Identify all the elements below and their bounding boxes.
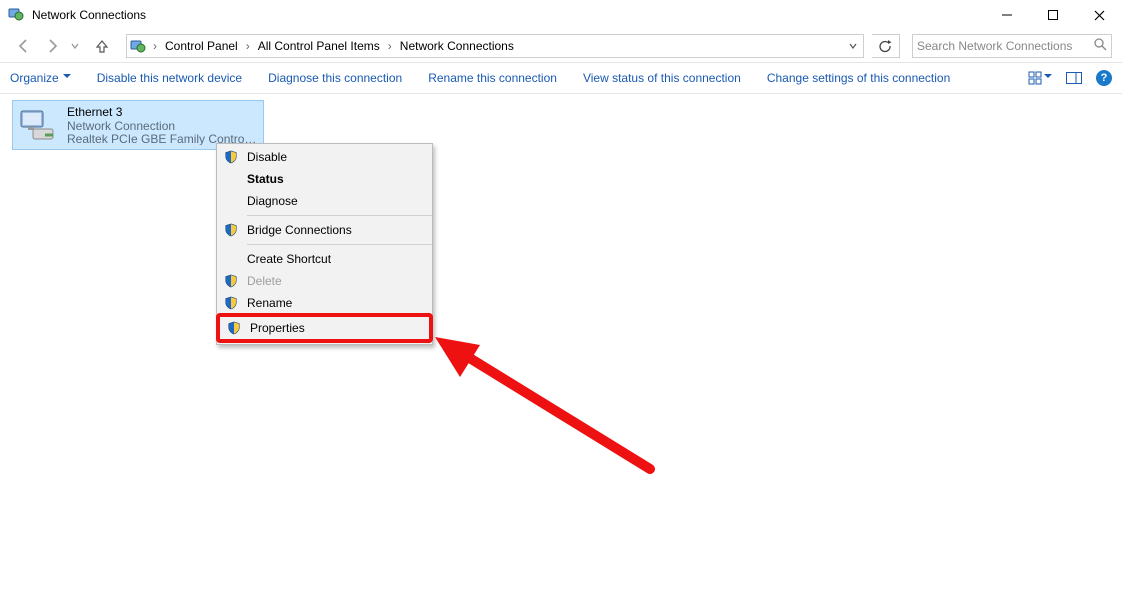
content-area[interactable]: Ethernet 3 Network Connection Realtek PC… bbox=[0, 94, 1122, 605]
view-options-button[interactable] bbox=[1028, 71, 1052, 85]
breadcrumb-all-items[interactable]: All Control Panel Items bbox=[254, 35, 384, 57]
ctx-delete-label: Delete bbox=[247, 274, 282, 288]
shield-icon bbox=[226, 321, 242, 335]
up-button[interactable] bbox=[90, 34, 114, 58]
ctx-shortcut-label: Create Shortcut bbox=[247, 252, 331, 266]
search-box[interactable]: Search Network Connections bbox=[912, 34, 1112, 58]
ctx-diagnose-label: Diagnose bbox=[247, 194, 298, 208]
shield-icon bbox=[223, 223, 239, 237]
ctx-bridge-label: Bridge Connections bbox=[247, 223, 352, 237]
context-menu: Disable Status Diagnose Bridge Connectio… bbox=[216, 143, 433, 345]
menu-separator bbox=[247, 215, 432, 216]
location-icon bbox=[127, 38, 149, 54]
ctx-status-label: Status bbox=[247, 172, 284, 186]
ctx-properties[interactable]: Properties bbox=[220, 317, 429, 339]
search-icon bbox=[1094, 38, 1107, 54]
chevron-right-icon[interactable]: › bbox=[149, 39, 161, 53]
address-dropdown[interactable] bbox=[843, 42, 863, 50]
help-button[interactable]: ? bbox=[1096, 70, 1112, 86]
ctx-diagnose[interactable]: Diagnose bbox=[217, 190, 432, 212]
address-bar[interactable]: › Control Panel › All Control Panel Item… bbox=[126, 34, 864, 58]
ctx-rename[interactable]: Rename bbox=[217, 292, 432, 314]
annotation-arrow bbox=[420, 329, 680, 499]
forward-button[interactable] bbox=[40, 34, 64, 58]
minimize-button[interactable] bbox=[984, 0, 1030, 30]
menu-separator bbox=[247, 244, 432, 245]
help-label: ? bbox=[1101, 72, 1108, 84]
nav-row: › Control Panel › All Control Panel Item… bbox=[0, 30, 1122, 62]
adapter-status: Network Connection bbox=[67, 119, 257, 132]
window-title: Network Connections bbox=[32, 8, 146, 22]
rename-connection-cmd[interactable]: Rename this connection bbox=[428, 71, 557, 85]
chevron-right-icon[interactable]: › bbox=[384, 39, 396, 53]
chevron-right-icon[interactable]: › bbox=[242, 39, 254, 53]
titlebar: Network Connections bbox=[0, 0, 1122, 30]
search-placeholder: Search Network Connections bbox=[917, 39, 1094, 53]
disable-device-cmd[interactable]: Disable this network device bbox=[97, 71, 242, 85]
network-connections-icon bbox=[8, 6, 24, 25]
refresh-button[interactable] bbox=[872, 34, 900, 58]
ctx-disable[interactable]: Disable bbox=[217, 146, 432, 168]
maximize-button[interactable] bbox=[1030, 0, 1076, 30]
close-button[interactable] bbox=[1076, 0, 1122, 30]
highlight-box: Properties bbox=[216, 313, 433, 343]
shield-icon bbox=[223, 296, 239, 310]
back-button[interactable] bbox=[12, 34, 36, 58]
shield-icon bbox=[223, 150, 239, 164]
recent-dropdown[interactable] bbox=[68, 34, 82, 58]
ctx-delete: Delete bbox=[217, 270, 432, 292]
organize-menu[interactable]: Organize bbox=[10, 71, 71, 85]
ctx-properties-label: Properties bbox=[250, 321, 305, 335]
ctx-create-shortcut[interactable]: Create Shortcut bbox=[217, 248, 432, 270]
caret-down-icon bbox=[1044, 74, 1052, 82]
diagnose-connection-cmd[interactable]: Diagnose this connection bbox=[268, 71, 402, 85]
command-bar: Organize Disable this network device Dia… bbox=[0, 62, 1122, 94]
preview-pane-button[interactable] bbox=[1066, 72, 1082, 84]
breadcrumb-network-connections[interactable]: Network Connections bbox=[396, 35, 518, 57]
ctx-rename-label: Rename bbox=[247, 296, 292, 310]
adapter-name: Ethernet 3 bbox=[67, 105, 257, 119]
change-settings-cmd[interactable]: Change settings of this connection bbox=[767, 71, 950, 85]
ctx-disable-label: Disable bbox=[247, 150, 287, 164]
adapter-icon bbox=[19, 105, 59, 145]
organize-label: Organize bbox=[10, 71, 59, 85]
ctx-status[interactable]: Status bbox=[217, 168, 432, 190]
shield-icon bbox=[223, 274, 239, 288]
caret-down-icon bbox=[63, 74, 71, 82]
breadcrumb-control-panel[interactable]: Control Panel bbox=[161, 35, 242, 57]
ctx-bridge[interactable]: Bridge Connections bbox=[217, 219, 432, 241]
view-status-cmd[interactable]: View status of this connection bbox=[583, 71, 741, 85]
